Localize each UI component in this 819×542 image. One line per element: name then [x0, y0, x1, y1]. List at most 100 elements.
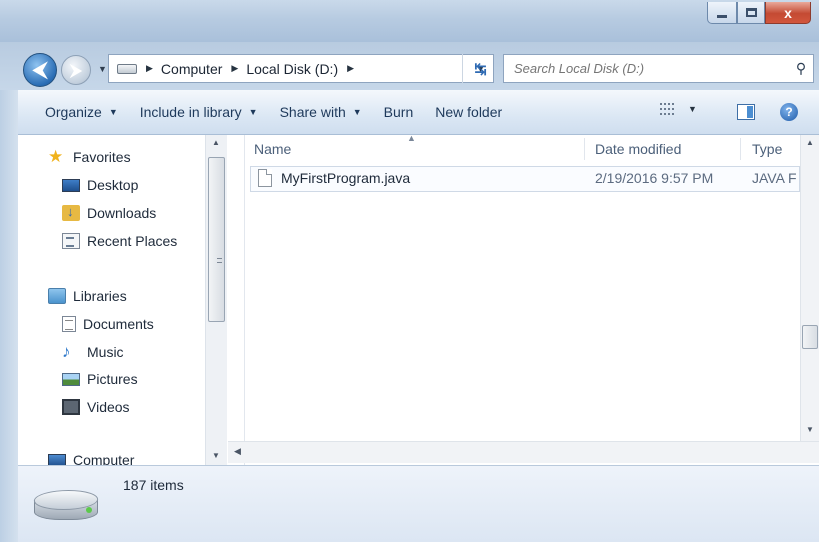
- file-icon: [258, 169, 272, 187]
- organize-label: Organize: [45, 104, 102, 120]
- window-frame-left: [0, 90, 18, 542]
- column-header-type[interactable]: Type: [752, 135, 782, 163]
- downloads-icon: [62, 204, 80, 221]
- scroll-down-icon[interactable]: ▼: [806, 425, 814, 434]
- search-input[interactable]: [504, 55, 789, 82]
- breadcrumb-local-disk[interactable]: Local Disk (D:): [246, 61, 338, 77]
- chevron-down-icon: ▼: [108, 107, 118, 117]
- drive-icon: [117, 63, 137, 74]
- minimize-icon: [717, 15, 727, 18]
- nav-item-label: Videos: [87, 399, 130, 415]
- nav-item-label: Downloads: [87, 205, 157, 221]
- local-disk-icon: [30, 490, 102, 526]
- chevron-down-icon: ▼: [248, 107, 258, 117]
- title-bar: x: [0, 0, 819, 42]
- breadcrumb-chevron-icon[interactable]: ▶: [231, 63, 238, 74]
- nav-item-label: Pictures: [87, 371, 138, 387]
- breadcrumb: ▶ Computer ▶ Local Disk (D:) ▶: [137, 61, 362, 77]
- include-in-library-menu[interactable]: Include in library ▼: [129, 104, 269, 120]
- window-controls: x: [707, 2, 811, 28]
- scroll-up-icon[interactable]: ▲: [212, 138, 220, 147]
- nav-computer[interactable]: Computer: [48, 452, 134, 465]
- nav-item-downloads[interactable]: Downloads: [62, 204, 157, 221]
- nav-item-videos[interactable]: Videos: [62, 399, 130, 415]
- column-divider[interactable]: [584, 138, 585, 160]
- close-button[interactable]: x: [765, 2, 811, 24]
- breadcrumb-chevron-icon[interactable]: ▶: [146, 63, 153, 74]
- forward-arrow-icon: ⮞: [69, 59, 83, 80]
- scroll-down-icon[interactable]: ▼: [212, 451, 220, 460]
- breadcrumb-computer[interactable]: Computer: [161, 61, 222, 77]
- scroll-left-icon[interactable]: ◀: [234, 446, 241, 457]
- nav-item-documents[interactable]: Documents: [62, 316, 154, 332]
- burn-button[interactable]: Burn: [373, 104, 425, 120]
- chevron-down-icon: ▼: [688, 104, 697, 114]
- item-count: 187 items: [123, 477, 184, 493]
- scrollbar-thumb[interactable]: [208, 157, 225, 322]
- nav-item-label: Recent Places: [87, 233, 178, 249]
- recent-places-icon: [62, 233, 80, 249]
- music-icon: ♪: [62, 342, 71, 361]
- horizontal-scrollbar[interactable]: ◀: [228, 441, 819, 463]
- scrollbar-thumb[interactable]: [802, 325, 818, 349]
- maximize-icon: [745, 8, 757, 17]
- column-header-date-modified[interactable]: Date modified: [595, 135, 681, 163]
- back-arrow-icon: ⮜: [32, 58, 48, 81]
- nav-favorites-label: Favorites: [73, 149, 131, 165]
- back-button[interactable]: ⮜: [23, 53, 57, 87]
- grip-icon: [217, 258, 222, 263]
- refresh-icon: ↹: [474, 60, 487, 78]
- pictures-icon: [62, 372, 80, 386]
- navigation-row: ⮜ ⮞ ▼ ▶ Computer ▶ Local Disk (D:) ▶ ▼ ↹…: [0, 42, 819, 90]
- include-in-library-label: Include in library: [139, 104, 242, 120]
- minimize-button[interactable]: [707, 2, 737, 24]
- refresh-button[interactable]: ↹: [462, 54, 498, 83]
- nav-item-desktop[interactable]: Desktop: [62, 177, 138, 193]
- nav-item-recent-places[interactable]: Recent Places: [62, 233, 177, 249]
- nav-computer-label: Computer: [73, 452, 135, 465]
- videos-icon: [62, 399, 80, 415]
- file-name[interactable]: MyFirstProgram.java: [281, 170, 410, 186]
- sort-indicator-icon: ▲: [407, 133, 416, 143]
- file-list-vertical-scrollbar[interactable]: ▲ ▼: [800, 135, 819, 441]
- column-header-name[interactable]: Name: [254, 135, 291, 163]
- new-folder-button[interactable]: New folder: [424, 104, 513, 120]
- share-with-menu[interactable]: Share with ▼: [269, 104, 373, 120]
- burn-label: Burn: [383, 104, 414, 120]
- drive-led: [86, 507, 92, 513]
- column-header-label: Name: [254, 141, 292, 157]
- computer-icon: [48, 453, 66, 465]
- preview-pane-icon[interactable]: [737, 104, 755, 120]
- new-folder-label: New folder: [435, 104, 503, 120]
- libraries-icon: [48, 288, 66, 304]
- search-icon[interactable]: ⚲: [789, 60, 813, 77]
- views-icon: [660, 103, 674, 115]
- nav-libraries-label: Libraries: [73, 288, 127, 304]
- file-date-modified: 2/19/2016 9:57 PM: [595, 170, 714, 186]
- help-icon[interactable]: ?: [780, 103, 798, 121]
- scroll-up-icon[interactable]: ▲: [806, 138, 814, 147]
- navigation-scrollbar[interactable]: ▲ ▼: [205, 135, 227, 465]
- nav-item-pictures[interactable]: Pictures: [62, 371, 138, 387]
- column-header-label: Date modified: [595, 141, 682, 157]
- share-with-label: Share with: [279, 104, 346, 120]
- search-box[interactable]: ⚲: [503, 54, 814, 83]
- nav-item-label: Desktop: [87, 177, 139, 193]
- breadcrumb-chevron-icon[interactable]: ▶: [347, 63, 354, 74]
- column-divider[interactable]: [740, 138, 741, 160]
- forward-button[interactable]: ⮞: [61, 55, 91, 85]
- recent-pages-dropdown[interactable]: ▼: [98, 64, 107, 74]
- desktop-icon: [62, 178, 80, 192]
- change-view-button[interactable]: ▼: [660, 103, 697, 115]
- nav-libraries[interactable]: Libraries: [48, 288, 127, 304]
- file-type: JAVA F: [752, 170, 797, 186]
- maximize-button[interactable]: [737, 2, 765, 24]
- organize-menu[interactable]: Organize ▼: [34, 104, 129, 120]
- nav-item-label: Documents: [83, 316, 154, 332]
- column-header-label: Type: [752, 141, 783, 157]
- nav-item-label: Music: [87, 344, 124, 360]
- nav-item-music[interactable]: ♪ Music: [62, 342, 124, 361]
- documents-icon: [62, 316, 76, 332]
- address-bar[interactable]: ▶ Computer ▶ Local Disk (D:) ▶ ▼: [108, 54, 494, 83]
- nav-favorites[interactable]: ★ Favorites: [48, 148, 131, 165]
